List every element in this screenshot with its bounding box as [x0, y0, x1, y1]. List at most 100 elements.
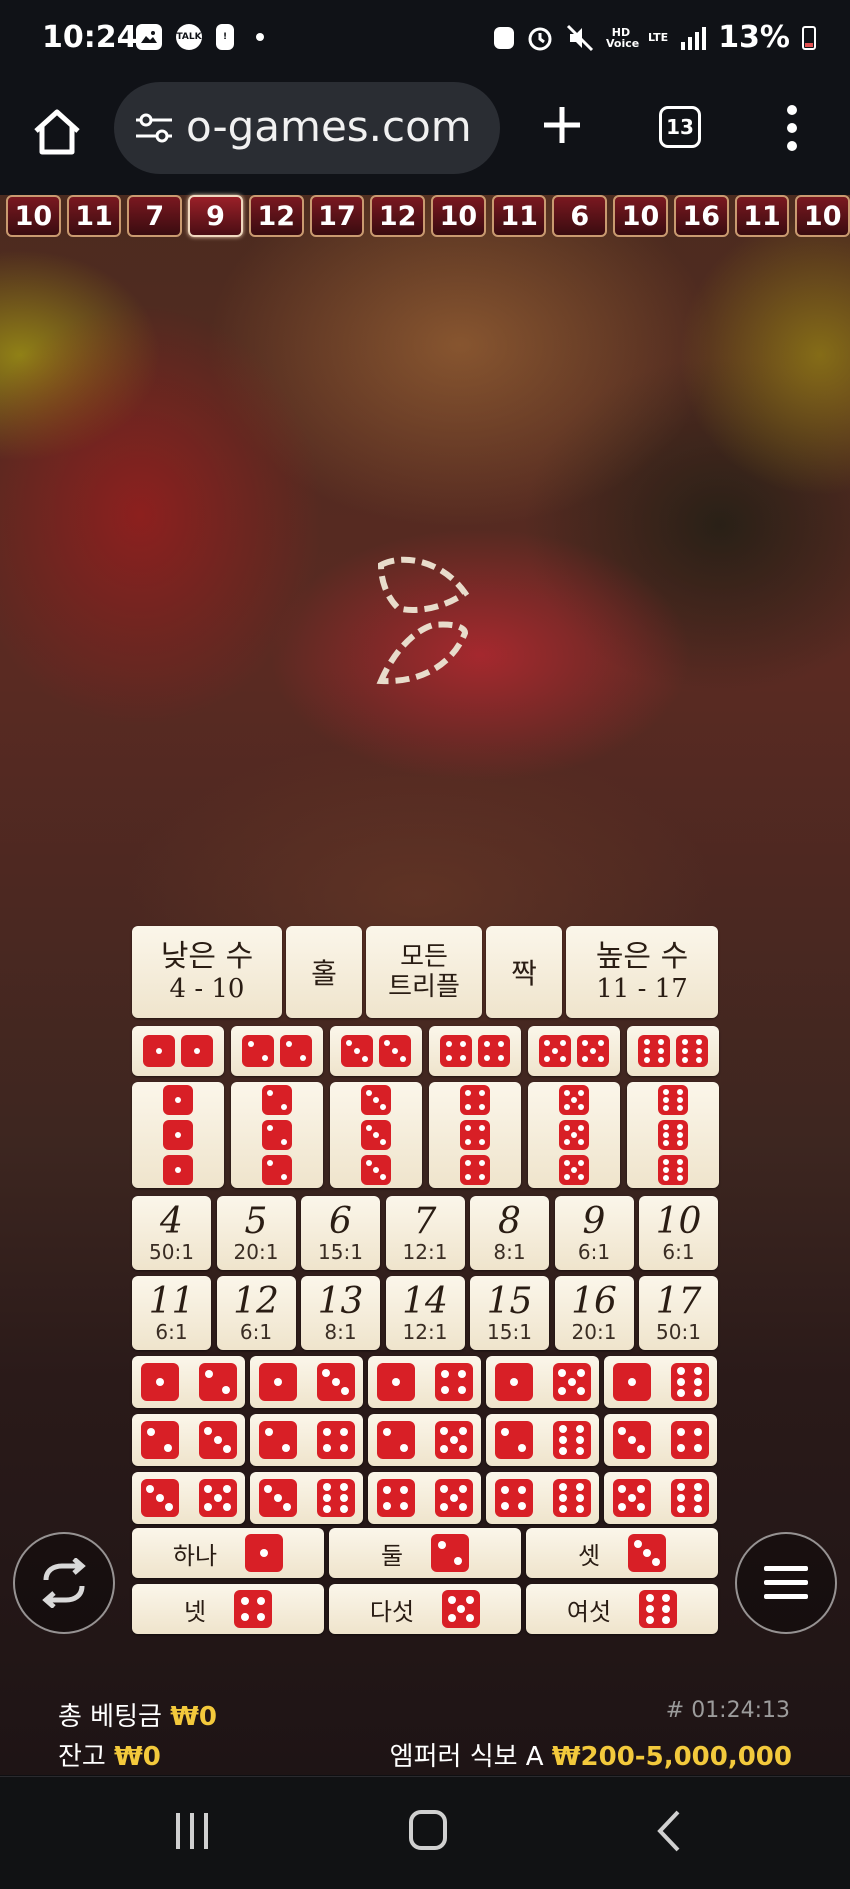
die-face-2-icon	[262, 1155, 292, 1185]
bet-single-2[interactable]: 둘	[329, 1528, 521, 1578]
bet-combo-1-3[interactable]	[250, 1356, 363, 1408]
die-face-1-icon	[612, 1363, 651, 1401]
bet-odd[interactable]: 홀	[286, 926, 362, 1018]
site-settings-icon[interactable]	[134, 112, 174, 144]
bet-low[interactable]: 낮은 수 4 - 10	[132, 926, 282, 1018]
bet-total-9[interactable]: 9 6:1	[554, 1196, 634, 1270]
bet-total-5[interactable]: 5 20:1	[216, 1196, 296, 1270]
bet-double-1[interactable]	[132, 1026, 224, 1076]
bet-combo-1-5[interactable]	[486, 1356, 599, 1408]
die-face-4-icon	[376, 1479, 415, 1517]
total-number: 5	[244, 1201, 268, 1242]
new-tab-icon[interactable]	[540, 103, 584, 147]
home-icon[interactable]	[30, 105, 84, 159]
die-face-3-icon	[628, 1534, 667, 1572]
bet-combo-4-6[interactable]	[486, 1472, 599, 1524]
bet-double-3[interactable]	[330, 1026, 422, 1076]
bet-total-11[interactable]: 11 6:1	[132, 1276, 211, 1350]
bet-triple-3[interactable]	[330, 1082, 422, 1188]
bet-double-4[interactable]	[429, 1026, 521, 1076]
bet-total-12[interactable]: 12 6:1	[216, 1276, 296, 1350]
kakaotalk-icon: TALK	[176, 24, 202, 50]
die-face-5-icon	[442, 1590, 481, 1628]
total-odds: 50:1	[656, 1320, 701, 1344]
more-notifications-icon	[256, 33, 264, 41]
recent-apps-icon[interactable]	[174, 1811, 210, 1851]
total-odds: 20:1	[571, 1320, 617, 1344]
bet-combo-1-6[interactable]	[604, 1356, 717, 1408]
die-face-3-icon	[361, 1155, 391, 1185]
bet-total-13[interactable]: 13 8:1	[301, 1276, 380, 1350]
total-number: 8	[498, 1201, 521, 1242]
bet-double-2[interactable]	[231, 1026, 323, 1076]
bet-high[interactable]: 높은 수 11 - 17	[566, 926, 718, 1018]
bet-total-16[interactable]: 16 20:1	[554, 1276, 634, 1350]
history-result: 10	[431, 195, 486, 237]
bet-double-5[interactable]	[528, 1026, 620, 1076]
bet-combo-2-6[interactable]	[486, 1414, 599, 1466]
bet-combo-2-3[interactable]	[132, 1414, 245, 1466]
bet-any-triple[interactable]: 모든 트리플	[366, 926, 482, 1018]
mute-icon	[566, 24, 594, 51]
bet-double-6[interactable]	[627, 1026, 719, 1076]
bet-combo-3-6[interactable]	[250, 1472, 363, 1524]
bet-total-15[interactable]: 15 15:1	[470, 1276, 549, 1350]
die-face-1-icon	[163, 1120, 193, 1150]
bet-combo-1-2[interactable]	[132, 1356, 245, 1408]
hamburger-icon	[764, 1566, 808, 1599]
bet-combo-2-5[interactable]	[368, 1414, 481, 1466]
die-face-3-icon	[258, 1479, 297, 1517]
die-face-4-icon	[494, 1479, 533, 1517]
total-odds: 8:1	[493, 1240, 526, 1264]
bet-combo-2-4[interactable]	[250, 1414, 363, 1466]
bet-total-17[interactable]: 17 50:1	[639, 1276, 718, 1350]
bet-combo-5-6[interactable]	[604, 1472, 717, 1524]
bet-triple-4[interactable]	[429, 1082, 521, 1188]
bet-single-4[interactable]: 넷	[132, 1584, 324, 1634]
repeat-bet-button[interactable]	[13, 1532, 115, 1634]
menu-button[interactable]	[735, 1532, 837, 1634]
bet-triple-2[interactable]	[231, 1082, 323, 1188]
die-face-1-icon	[181, 1035, 213, 1067]
bet-total-10[interactable]: 10 6:1	[639, 1196, 718, 1270]
die-face-3-icon	[361, 1120, 391, 1150]
bet-single-6[interactable]: 여섯	[526, 1584, 718, 1634]
die-face-6-icon	[658, 1155, 688, 1185]
die-face-2-icon	[431, 1534, 470, 1572]
bet-combo-4-5[interactable]	[368, 1472, 481, 1524]
die-face-1-icon	[258, 1363, 297, 1401]
bet-combo-3-5[interactable]	[132, 1472, 245, 1524]
bet-combo-3-4[interactable]	[604, 1414, 717, 1466]
bet-combo-1-4[interactable]	[368, 1356, 481, 1408]
tab-switcher-button[interactable]: 13	[659, 106, 701, 148]
bet-total-6[interactable]: 6 15:1	[301, 1196, 380, 1270]
history-result: 17	[309, 195, 365, 237]
bet-total-7[interactable]: 7 12:1	[385, 1196, 465, 1270]
bet-triple-6[interactable]	[627, 1082, 719, 1188]
url-text[interactable]: o-games.com	[186, 102, 472, 151]
bet-total-8[interactable]: 8 8:1	[470, 1196, 549, 1270]
bet-single-5[interactable]: 다섯	[329, 1584, 521, 1634]
bet-single-3[interactable]: 셋	[526, 1528, 718, 1578]
bet-even[interactable]: 짝	[486, 926, 562, 1018]
alert-icon: !	[216, 24, 234, 50]
die-face-4-icon	[478, 1035, 510, 1067]
home-nav-icon[interactable]	[408, 1809, 448, 1851]
bet-triple-1[interactable]	[132, 1082, 224, 1188]
history-result: 11	[491, 195, 547, 237]
bet-single-1[interactable]: 하나	[132, 1528, 324, 1578]
status-bar: 10:24 TALK ! HD Voice LTE 13%	[0, 0, 850, 80]
history-result: 11	[66, 195, 122, 237]
die-face-6-icon	[658, 1120, 688, 1150]
bet-total-4[interactable]: 4 50:1	[132, 1196, 211, 1270]
total-odds: 6:1	[577, 1240, 611, 1264]
bet-limits: ₩200-5,000,000	[551, 1742, 792, 1772]
bet-triple-5[interactable]	[528, 1082, 620, 1188]
total-number: 4	[160, 1201, 183, 1242]
bet-total-14[interactable]: 14 12:1	[385, 1276, 465, 1350]
address-bar[interactable]: o-games.com	[114, 82, 500, 174]
more-menu-icon[interactable]	[784, 104, 800, 152]
browser-toolbar: o-games.com 13	[0, 80, 850, 195]
die-face-3-icon	[612, 1421, 651, 1459]
back-icon[interactable]	[656, 1809, 682, 1853]
